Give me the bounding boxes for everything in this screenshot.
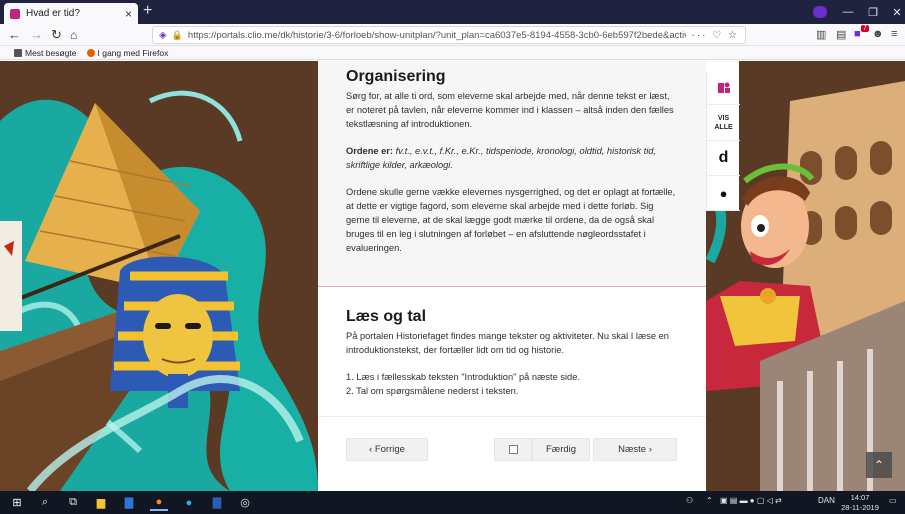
tool-sidebar: VIS ALLE d ●: [706, 72, 740, 211]
ordene-list: fv.t., e.v.t., f.Kr., e.Kr., tidsperiode…: [346, 146, 657, 170]
bookmark-label: I gang med Firefox: [97, 47, 169, 58]
ordene-paragraph: Ordene er: fv.t., e.v.t., f.Kr., e.Kr., …: [346, 144, 678, 172]
windows-taskbar: ⊞ ⌕ ⧉ ▆ ▇ ● ● ▇ ◎ ⚇ ⌃ ▣ ▤ ▬ ● ▢ ◁ ⇄ DAN …: [0, 491, 905, 514]
pharaoh-face: [143, 294, 213, 378]
done-checkbox[interactable]: [508, 445, 518, 454]
ordene-label: Ordene er:: [346, 146, 394, 156]
scroll-to-top-button[interactable]: ⌃: [866, 452, 892, 478]
teacher-tool-button[interactable]: [707, 72, 740, 105]
speech-bubble-icon: ●: [719, 185, 728, 201]
home-icon[interactable]: ⌂: [70, 27, 77, 43]
search-icon[interactable]: ⌕: [36, 494, 54, 511]
account-icon[interactable]: ☻: [872, 28, 884, 40]
back-arrow-icon[interactable]: ←: [8, 27, 21, 43]
file-explorer-icon[interactable]: ▆: [92, 494, 110, 511]
browser-tab[interactable]: Hvad er tid? ×: [4, 3, 138, 24]
library-icon[interactable]: ▥: [816, 28, 826, 41]
dictionary-button[interactable]: d: [707, 141, 740, 176]
people-icon[interactable]: ⚇: [686, 496, 693, 505]
browser-nav-bar: ← → ↻ ⌂ ◈ 🔒 https://portals.clio.me/dk/h…: [0, 24, 905, 46]
step-2-text: 2. Tal om spørgsmålene nederst i teksten…: [346, 386, 519, 396]
speech-button[interactable]: ●: [707, 176, 740, 211]
system-clock[interactable]: 14:07 28-11-2019: [836, 493, 884, 513]
show-all-button[interactable]: VIS ALLE: [707, 105, 740, 141]
section-laes-og-tal: Læs og tal På portalen Historiefaget fin…: [318, 288, 706, 491]
next-button[interactable]: Næste ›: [593, 438, 677, 461]
firefox-icon: [86, 48, 95, 57]
skype-icon[interactable]: ●: [180, 494, 198, 511]
organisering-intro-text: Sørg for, at alle ti ord, som eleverne s…: [346, 91, 674, 129]
reload-icon[interactable]: ↻: [51, 27, 62, 43]
laes-og-tal-heading: Læs og tal: [346, 308, 427, 325]
teacher-icon: [717, 82, 730, 93]
shield-icon[interactable]: ◈: [159, 30, 167, 41]
show-all-label-line2: ALLE: [714, 123, 733, 131]
word-icon[interactable]: ▇: [208, 494, 226, 511]
previous-button[interactable]: ‹ Forrige: [346, 438, 428, 461]
section-organisering: Organisering Sørg for, at alle ti ord, s…: [318, 61, 706, 287]
lock-icon[interactable]: 🔒: [172, 30, 183, 41]
bookmarks-bar: Mest besøgte I gang med Firefox: [0, 46, 905, 60]
close-window-button[interactable]: ✕: [882, 0, 905, 24]
site-favicon-icon: [10, 8, 20, 19]
task-view-icon[interactable]: ⧉: [64, 494, 82, 511]
app-circle-icon[interactable]: ◎: [236, 494, 254, 511]
organisering-detail-text: Ordene skulle gerne vække elevernes nysg…: [346, 187, 676, 253]
url-text[interactable]: https://portals.clio.me/dk/historie/3-6/…: [188, 30, 686, 41]
chevron-up-icon: ⌃: [873, 458, 885, 472]
clock-time: 14:07: [850, 493, 870, 502]
bookmark-mest-besoegte[interactable]: Mest besøgte: [14, 48, 77, 58]
done-checkbox-button[interactable]: [494, 438, 532, 461]
page-actions-icon[interactable]: ··· ♡ ☆: [692, 30, 739, 41]
browser-tab-bar: Hvad er tid? × + — ❐ ✕: [0, 0, 905, 24]
laes-intro-text: På portalen Historiefaget findes mange t…: [346, 331, 669, 355]
new-tab-button[interactable]: +: [143, 2, 152, 20]
dictionary-icon: d: [718, 149, 729, 166]
forward-arrow-icon[interactable]: →: [30, 27, 43, 43]
firefox-taskbar-icon[interactable]: ●: [150, 494, 168, 511]
outlook-icon[interactable]: ▇: [120, 494, 138, 511]
address-bar[interactable]: ◈ 🔒 https://portals.clio.me/dk/historie/…: [152, 26, 746, 44]
tray-icons[interactable]: ▣ ▤ ▬ ● ▢ ◁ ⇄: [720, 496, 782, 505]
divider: [318, 416, 706, 417]
tray-chevron-icon[interactable]: ⌃: [706, 496, 713, 505]
language-indicator[interactable]: DAN: [818, 496, 835, 505]
tab-close-icon[interactable]: ×: [125, 7, 132, 21]
notification-icon[interactable]: ■: [854, 28, 861, 40]
lesson-navigation: ‹ Forrige Færdig Næste ›: [346, 438, 678, 461]
sidebar-toggle-icon[interactable]: ▤: [836, 28, 846, 41]
clock-date: 28-11-2019: [841, 503, 879, 512]
page-viewport: Organisering Sørg for, at alle ti ord, s…: [0, 61, 905, 491]
menu-icon[interactable]: ≡: [891, 28, 897, 40]
extension-icon[interactable]: [813, 6, 827, 18]
gear-icon: [14, 48, 22, 57]
step-1-text: 1. Læs i fællesskab teksten "Introduktio…: [346, 372, 580, 382]
bookmark-label: Mest besøgte: [25, 47, 77, 58]
done-button[interactable]: Færdig: [532, 438, 590, 461]
tab-title: Hvad er tid?: [26, 8, 80, 19]
show-all-label-line1: VIS: [717, 114, 730, 122]
notifications-icon[interactable]: ▭: [889, 496, 897, 505]
notification-badge: 7: [861, 25, 869, 32]
windows-start-icon[interactable]: ⊞: [8, 494, 26, 511]
organisering-heading: Organisering: [346, 68, 446, 85]
lesson-content: Organisering Sørg for, at alle ti ord, s…: [318, 61, 706, 491]
bookmark-firefox[interactable]: I gang med Firefox: [86, 47, 169, 58]
